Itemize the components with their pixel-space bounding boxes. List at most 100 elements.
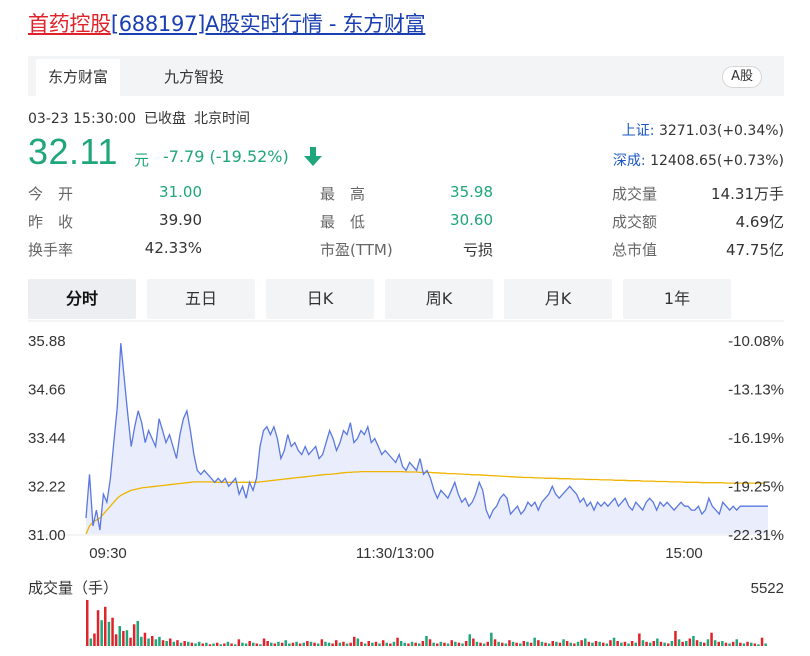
volume-bar <box>760 637 764 646</box>
x-axis: 09:30 11:30/13:00 15:00 <box>89 545 703 562</box>
volume-bar <box>699 641 702 646</box>
volume-bar <box>681 641 684 646</box>
market-status: 已收盘 <box>144 111 187 127</box>
volume-bar <box>151 636 154 646</box>
volume-bar <box>327 642 331 646</box>
volume-bar <box>136 621 139 646</box>
volume-bar <box>446 643 450 646</box>
volume-bar <box>165 641 168 646</box>
volume-bar <box>349 642 352 646</box>
y-left-tick: 32.22 <box>28 479 66 496</box>
volume-bar <box>360 641 363 646</box>
volume-bar <box>663 642 666 646</box>
stock-name-link[interactable]: 首药控股 <box>28 12 111 36</box>
page-title[interactable]: 首药控股[688197]A股实时行情 - 东方财富 <box>28 8 426 38</box>
down-arrow-icon <box>304 147 322 166</box>
volume-bar <box>172 641 176 646</box>
stock-code-title-link[interactable]: [688197]A股实时行情 - 东方财富 <box>111 12 426 36</box>
index-shanghai: 上证: 3271.03(+0.34%) <box>622 120 784 140</box>
price-unit: 元 <box>134 151 150 169</box>
volume-bar <box>443 642 446 646</box>
tab-1year[interactable]: 1年 <box>623 279 731 319</box>
timezone-label: 北京时间 <box>194 111 251 127</box>
volume-bar <box>482 643 486 646</box>
volume-bar <box>569 642 572 646</box>
volume-bar <box>472 638 475 646</box>
volume-bar <box>594 641 598 646</box>
volume-bar <box>230 643 233 646</box>
tab-daily-k[interactable]: 日K <box>266 279 374 319</box>
volume-bar <box>742 643 746 646</box>
volume-bar <box>201 643 204 646</box>
volume-bar <box>522 641 526 646</box>
volume-bar <box>381 640 385 646</box>
tab-dongfang[interactable]: 东方财富 <box>36 59 121 96</box>
volume-bar <box>392 641 396 646</box>
volume-bar <box>634 642 637 646</box>
volume-bar <box>602 642 605 646</box>
volume-bar <box>609 640 612 646</box>
volume-bar <box>316 643 320 646</box>
volume-bar <box>450 640 453 646</box>
volume-bar <box>212 643 215 646</box>
y-left-tick: 33.44 <box>28 430 66 447</box>
volume-bar <box>219 644 222 646</box>
volume-bar <box>244 643 248 646</box>
volume-bar <box>605 643 609 646</box>
volume-bar <box>648 642 652 646</box>
index-shanghai-name[interactable]: 上证: <box>622 123 655 139</box>
volume-bar <box>353 636 356 646</box>
volume-bar <box>161 640 165 646</box>
y-axis-left: 35.88 34.66 33.44 32.22 31.00 <box>28 333 66 544</box>
volume-bar <box>504 643 508 646</box>
volume-bars <box>86 600 767 646</box>
volume-bar <box>187 641 190 646</box>
y-left-tick: 34.66 <box>28 382 66 399</box>
x-tick: 09:30 <box>89 545 127 562</box>
volume-bar <box>374 641 378 646</box>
stat-turnover-rate-label: 换手率 <box>28 241 74 259</box>
volume-bar <box>425 636 428 646</box>
volume-bar <box>728 643 731 646</box>
volume-bar <box>630 641 634 646</box>
volume-bar <box>280 642 284 646</box>
volume-bar <box>259 644 262 646</box>
stat-high-value: 35.98 <box>450 183 493 201</box>
volume-bar <box>692 636 695 646</box>
volume-bar <box>627 643 630 646</box>
index-shenzhen-name[interactable]: 深成: <box>613 153 646 169</box>
volume-bar <box>371 642 374 646</box>
x-tick: 11:30/13:00 <box>356 545 434 562</box>
volume-bar <box>724 642 728 646</box>
current-price: 32.11 <box>28 131 118 172</box>
tab-weekly-k[interactable]: 周K <box>385 279 493 319</box>
volume-bar <box>620 642 623 646</box>
intraday-chart: 35.88 34.66 33.44 32.22 31.00 -10.08% -13.13%… <box>28 320 784 646</box>
volume-bar <box>717 641 720 646</box>
volume-bar <box>262 638 266 646</box>
stat-low-label: 最 低 <box>320 213 366 231</box>
volume-bar <box>746 641 749 646</box>
index-shenzhen: 深成: 12408.65(+0.73%) <box>613 150 784 170</box>
volume-bar <box>298 643 302 646</box>
volume-bar <box>273 643 277 646</box>
volume-bar <box>356 638 360 646</box>
volume-bar <box>454 641 457 646</box>
volume-bar <box>306 641 309 646</box>
volume-bar <box>410 641 414 646</box>
volume-bar <box>114 634 118 646</box>
volume-bar <box>750 642 753 646</box>
tab-monthly-k[interactable]: 月K <box>504 279 612 319</box>
volume-bar <box>457 642 461 646</box>
volume-bar <box>428 639 432 646</box>
y-right-tick: -13.13% <box>728 382 784 399</box>
tab-jiufang[interactable]: 九方智投 <box>152 59 236 96</box>
market-badge[interactable]: A股 <box>722 66 762 88</box>
volume-bar <box>515 642 518 646</box>
stat-volume-label: 成交量 <box>612 185 658 203</box>
volume-bar <box>677 639 681 646</box>
volume-bar <box>266 641 269 646</box>
tab-intraday[interactable]: 分时 <box>28 279 136 319</box>
x-tick: 15:00 <box>665 545 703 562</box>
tab-5day[interactable]: 五日 <box>147 279 255 319</box>
